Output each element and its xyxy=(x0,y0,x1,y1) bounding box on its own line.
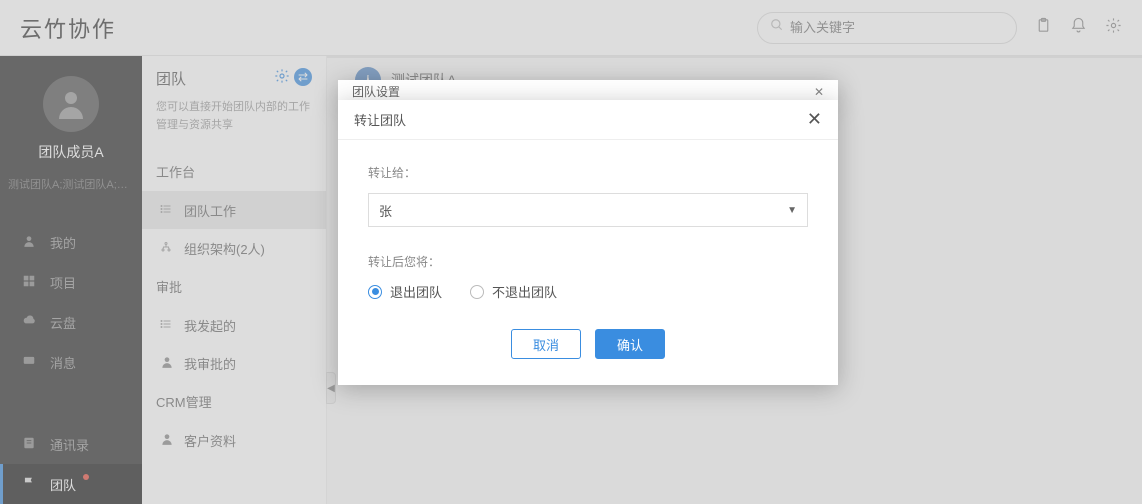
select-value: 张 xyxy=(379,201,392,220)
modal-title: 转让团队 xyxy=(354,110,406,129)
radio-icon xyxy=(470,285,484,299)
cancel-button[interactable]: 取消 xyxy=(511,329,581,359)
radio-icon xyxy=(368,285,382,299)
radio-label: 不退出团队 xyxy=(492,282,557,301)
close-icon[interactable]: ✕ xyxy=(814,85,824,99)
radio-option[interactable]: 退出团队 xyxy=(368,282,442,301)
radio-label: 退出团队 xyxy=(390,282,442,301)
transfer-to-label: 转让给： xyxy=(368,164,808,181)
transfer-to-select[interactable]: 张 ▼ xyxy=(368,193,808,227)
confirm-button[interactable]: 确认 xyxy=(595,329,665,359)
radio-option[interactable]: 不退出团队 xyxy=(470,282,557,301)
close-icon[interactable]: ✕ xyxy=(807,109,822,130)
chevron-down-icon: ▼ xyxy=(787,205,797,216)
after-transfer-label: 转让后您将： xyxy=(368,253,808,270)
background-modal-title: 团队设置 xyxy=(352,83,400,100)
transfer-team-modal: 转让团队 ✕ 转让给： 张 ▼ 转让后您将： 退出团队 不退出团队 取消 确认 xyxy=(338,100,838,385)
